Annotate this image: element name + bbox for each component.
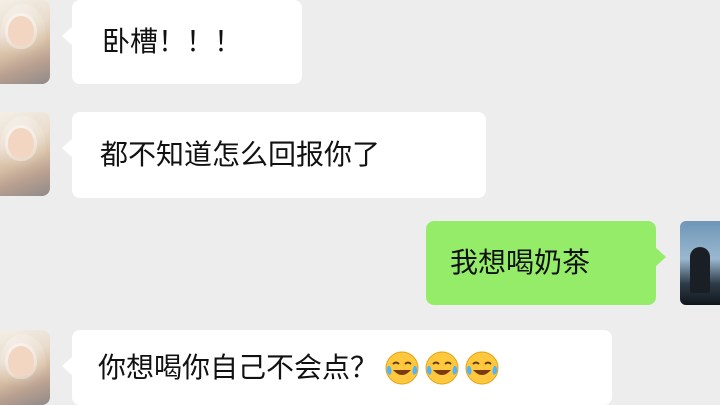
my-avatar[interactable] [680,221,720,305]
message-row: 我想喝奶茶 [426,221,720,305]
friend-avatar[interactable] [0,112,50,196]
friend-avatar[interactable] [0,0,50,84]
message-row: 你想喝你自己不会点？ [0,330,612,405]
message-row: 都不知道怎么回报你了 [0,112,486,198]
message-bubble-incoming[interactable]: 卧槽！！！ [62,0,302,84]
laughing-crying-emoji-icon [385,351,419,384]
message-text: 卧槽！！！ [102,25,243,58]
message-row: 卧槽！！！ [0,0,302,84]
message-text: 都不知道怎么回报你了 [100,138,381,171]
chat-window: 卧槽！！！ 都不知道怎么回报你了 我想喝奶茶 你想喝你自己不会点？ [0,0,720,405]
emoji-group [384,350,500,386]
laughing-crying-emoji-icon [425,351,459,384]
friend-avatar[interactable] [0,330,50,405]
message-text: 我想喝奶茶 [450,246,591,279]
message-bubble-incoming[interactable]: 你想喝你自己不会点？ [62,330,612,405]
message-bubble-incoming[interactable]: 都不知道怎么回报你了 [62,112,486,198]
message-bubble-outgoing[interactable]: 我想喝奶茶 [426,221,666,305]
message-text: 你想喝你自己不会点？ [98,350,379,384]
laughing-crying-emoji-icon [465,351,499,384]
